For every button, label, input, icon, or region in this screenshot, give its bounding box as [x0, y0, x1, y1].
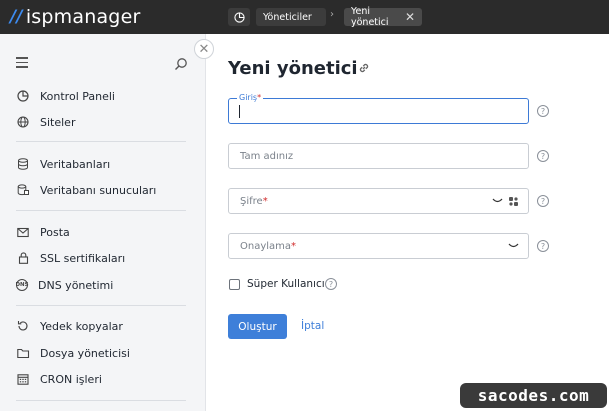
- login-help-icon[interactable]: ?: [537, 105, 549, 117]
- sidebar-item-dashboard[interactable]: Kontrol Paneli: [16, 88, 115, 104]
- tab-label: Yöneticiler: [263, 11, 312, 23]
- folder-icon: [16, 346, 30, 360]
- mail-icon: [16, 225, 30, 239]
- dashboard-icon: [233, 11, 245, 23]
- superuser-help-icon[interactable]: ?: [325, 278, 337, 290]
- sidebar-item-label: DNS yönetimi: [38, 278, 114, 292]
- sidebar-item-cron[interactable]: CRON işleri: [16, 371, 102, 387]
- sidebar-item-mail[interactable]: Posta: [16, 224, 70, 240]
- dashboard-icon: [16, 89, 30, 103]
- generate-password-icon[interactable]: [508, 196, 519, 207]
- sidebar-item-file-manager[interactable]: Dosya yöneticisi: [16, 345, 130, 361]
- sidebar-item-label: Veritabanları: [40, 157, 111, 171]
- lock-icon: [16, 251, 30, 265]
- link-icon[interactable]: [357, 61, 371, 75]
- sidebar-item-dns[interactable]: DNS DNS yönetimi: [15, 277, 114, 293]
- sidebar-divider: [16, 141, 186, 142]
- hamburger-menu-icon[interactable]: [16, 57, 28, 71]
- sidebar-item-label: Dosya yöneticisi: [40, 346, 130, 360]
- create-button[interactable]: Oluştur: [228, 314, 287, 339]
- tab-label: Yeni yönetici: [351, 6, 389, 28]
- sidebar-item-ssl[interactable]: SSL sertifikaları: [16, 250, 125, 266]
- dns-icon: DNS: [15, 279, 29, 291]
- fullname-help-icon[interactable]: ?: [537, 150, 549, 162]
- confirm-password-field[interactable]: Onaylama*: [228, 233, 529, 259]
- app-logo[interactable]: // ispmanager: [10, 5, 140, 29]
- show-password-icon[interactable]: [492, 197, 503, 205]
- sidebar-item-label: CRON işleri: [40, 372, 102, 386]
- confirm-placeholder: Onaylama*: [240, 241, 297, 252]
- fullname-field[interactable]: Tam adınız: [228, 143, 529, 169]
- superuser-label[interactable]: Süper Kullanıcı: [247, 278, 325, 290]
- watermark: sacodes.com: [460, 383, 607, 408]
- page-title: Yeni yönetici: [228, 58, 358, 79]
- password-help-icon[interactable]: ?: [537, 195, 549, 207]
- sidebar-item-label: Yedek kopyalar: [40, 319, 123, 333]
- sidebar-item-sites[interactable]: Siteler: [16, 114, 75, 130]
- sidebar-item-label: Posta: [40, 225, 70, 239]
- superuser-checkbox[interactable]: [229, 279, 240, 290]
- collapse-sidebar-button[interactable]: ✕: [194, 39, 214, 59]
- logo-text: ispmanager: [25, 6, 141, 28]
- show-password-icon[interactable]: [508, 242, 519, 250]
- search-icon[interactable]: [174, 57, 188, 71]
- close-icon: ✕: [198, 41, 210, 57]
- dashboard-tab-button[interactable]: [228, 8, 250, 26]
- sidebar-item-label: SSL sertifikaları: [40, 251, 126, 265]
- sidebar-item-label: Siteler: [40, 115, 76, 129]
- tab-administrators[interactable]: Yöneticiler: [256, 8, 326, 26]
- text-cursor: [239, 105, 240, 118]
- sidebar-item-label: Kontrol Paneli: [40, 89, 115, 103]
- sidebar-item-database-servers[interactable]: Veritabanı sunucuları: [16, 182, 156, 198]
- top-bar: // ispmanager Yöneticiler › Yeni yönetic…: [0, 0, 609, 34]
- sidebar-divider: [16, 210, 186, 211]
- breadcrumb-separator: ›: [330, 9, 334, 20]
- tab-new-administrator[interactable]: Yeni yönetici ✕: [344, 6, 422, 28]
- database-server-icon: [16, 183, 30, 197]
- sidebar-divider: [16, 400, 186, 401]
- login-field[interactable]: Giriş*: [228, 93, 529, 124]
- confirm-help-icon[interactable]: ?: [537, 240, 549, 252]
- cancel-button[interactable]: İptal: [301, 320, 324, 332]
- calendar-icon: [16, 372, 30, 386]
- backup-icon: [16, 319, 30, 333]
- sidebar-divider: [16, 305, 186, 306]
- sidebar-item-backups[interactable]: Yedek kopyalar: [16, 318, 123, 334]
- database-icon: [16, 157, 30, 171]
- login-label: Giriş*: [237, 93, 264, 102]
- sidebar-item-databases[interactable]: Veritabanları: [16, 156, 110, 172]
- logo-mark: //: [10, 7, 23, 27]
- globe-icon: [16, 115, 30, 129]
- close-tab-icon[interactable]: ✕: [405, 10, 415, 24]
- sidebar-item-label: Veritabanı sunucuları: [40, 183, 157, 197]
- password-placeholder: Şifre*: [240, 196, 268, 207]
- password-field[interactable]: Şifre*: [228, 188, 529, 214]
- fullname-placeholder: Tam adınız: [240, 151, 294, 162]
